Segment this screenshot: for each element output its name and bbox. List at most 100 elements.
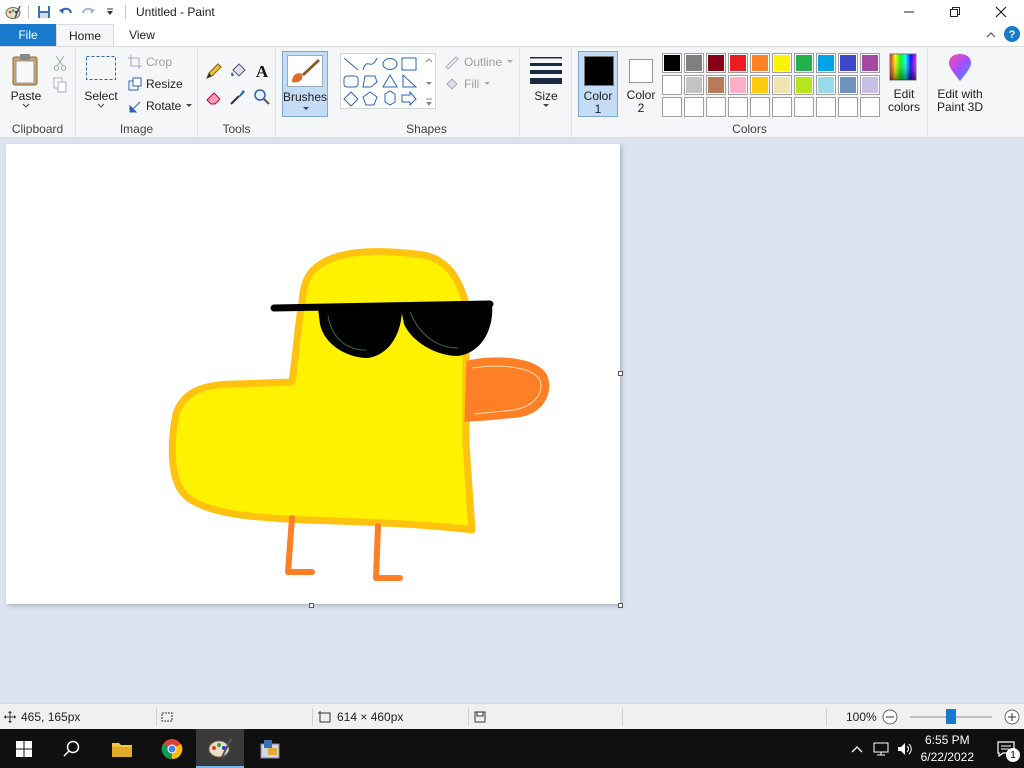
eraser-icon[interactable] <box>204 87 224 107</box>
zoom-slider[interactable] <box>906 704 996 730</box>
color1-number: 1 <box>594 102 602 116</box>
brush-preview <box>287 55 323 87</box>
help-icon[interactable]: ? <box>1004 26 1020 45</box>
outline-button[interactable]: Outline <box>444 55 514 69</box>
palette-color-swatch[interactable] <box>750 53 770 73</box>
color-picker-icon[interactable] <box>228 87 248 107</box>
dropdown-icon[interactable] <box>99 1 121 23</box>
color1-button[interactable]: Color 1 <box>578 51 618 117</box>
volume-icon[interactable] <box>897 742 913 756</box>
ribbon-options: ? <box>986 26 1020 45</box>
canvas-resize-handle-bottom[interactable] <box>309 603 314 608</box>
network-settings-icon <box>260 739 280 758</box>
ribbon: Paste Clipboard Select Crop Resize Rotat… <box>0 46 1024 138</box>
palette-color-swatch[interactable] <box>662 97 682 117</box>
palette-color-swatch[interactable] <box>838 97 858 117</box>
status-bar: 465, 165px 614 × 460px 100% <box>0 703 1024 729</box>
chrome-button[interactable] <box>148 729 196 768</box>
palette-color-swatch[interactable] <box>772 53 792 73</box>
redo-icon[interactable] <box>77 1 99 23</box>
palette-color-swatch[interactable] <box>772 75 792 95</box>
tab-file[interactable]: File <box>0 24 56 46</box>
gallery-scroll-icon[interactable] <box>424 56 434 108</box>
restore-icon[interactable] <box>932 0 978 24</box>
fill-button[interactable]: Fill <box>444 77 491 91</box>
ribbon-tabs: File Home View ? <box>0 24 1024 46</box>
fill-icon <box>446 78 458 90</box>
canvas-workspace[interactable] <box>0 138 1024 703</box>
palette-color-swatch[interactable] <box>750 75 770 95</box>
resize-button[interactable]: Resize <box>128 77 183 91</box>
minimize-icon[interactable] <box>886 0 932 24</box>
palette-color-swatch[interactable] <box>794 97 814 117</box>
action-center-button[interactable]: 1 <box>988 729 1024 768</box>
tab-view[interactable]: View <box>114 24 170 46</box>
close-icon[interactable] <box>978 0 1024 24</box>
pencil-icon[interactable] <box>204 61 224 81</box>
chevron-down-icon <box>303 107 309 110</box>
crop-button[interactable]: Crop <box>128 55 172 69</box>
save-icon[interactable] <box>33 1 55 23</box>
palette-color-swatch[interactable] <box>684 97 704 117</box>
zoom-in-button[interactable] <box>1004 704 1020 730</box>
palette-color-swatch[interactable] <box>728 97 748 117</box>
text-tool-icon[interactable]: A <box>252 61 272 81</box>
copy-icon[interactable] <box>50 75 70 95</box>
edit-colors-button[interactable]: Edit colors <box>884 53 924 114</box>
palette-color-swatch[interactable] <box>684 75 704 95</box>
file-explorer-button[interactable] <box>98 729 146 768</box>
rotate-button[interactable]: Rotate <box>128 99 193 113</box>
palette-color-swatch[interactable] <box>706 75 726 95</box>
paste-button[interactable]: Paste <box>6 53 46 109</box>
magnifier-icon[interactable] <box>252 87 272 107</box>
chevron-up-icon[interactable] <box>851 745 863 753</box>
palette-color-swatch[interactable] <box>684 53 704 73</box>
outline-icon <box>445 56 459 69</box>
palette-color-swatch[interactable] <box>860 53 880 73</box>
size-button[interactable]: Size <box>528 55 564 109</box>
collapse-ribbon-icon[interactable] <box>986 29 996 43</box>
palette-color-swatch[interactable] <box>838 53 858 73</box>
palette-color-swatch[interactable] <box>706 53 726 73</box>
palette-color-swatch[interactable] <box>860 97 880 117</box>
palette-color-swatch[interactable] <box>838 75 858 95</box>
palette-color-swatch[interactable] <box>772 97 792 117</box>
palette-color-swatch[interactable] <box>794 75 814 95</box>
palette-color-swatch[interactable] <box>662 53 682 73</box>
cut-icon[interactable] <box>50 53 70 73</box>
palette-color-swatch[interactable] <box>728 53 748 73</box>
color2-button[interactable]: Color 2 <box>622 51 660 117</box>
search-button[interactable] <box>48 729 96 768</box>
select-button[interactable]: Select <box>82 55 120 109</box>
start-button[interactable] <box>0 729 48 768</box>
shapes-gallery-icons[interactable] <box>341 54 425 108</box>
app-taskbar-button[interactable] <box>246 729 294 768</box>
zoom-slider-thumb[interactable] <box>946 709 956 724</box>
palette-color-swatch[interactable] <box>860 75 880 95</box>
palette-color-swatch[interactable] <box>706 97 726 117</box>
palette-color-swatch[interactable] <box>728 75 748 95</box>
canvas-resize-handle-corner[interactable] <box>618 603 623 608</box>
palette-color-swatch[interactable] <box>794 53 814 73</box>
fill-bucket-icon[interactable] <box>228 61 248 81</box>
palette-color-swatch[interactable] <box>816 53 836 73</box>
brushes-button[interactable]: Brushes <box>282 51 328 117</box>
network-icon[interactable] <box>873 742 889 756</box>
drawing-canvas[interactable] <box>6 144 620 604</box>
zoom-out-button[interactable] <box>882 704 898 730</box>
tools-group: A Tools <box>198 47 276 138</box>
paint-palette-icon[interactable] <box>2 1 24 23</box>
paint-taskbar-button[interactable] <box>196 729 244 768</box>
undo-icon[interactable] <box>55 1 77 23</box>
palette-color-swatch[interactable] <box>662 75 682 95</box>
zoom-in-icon <box>1004 709 1020 725</box>
tab-home[interactable]: Home <box>56 24 114 46</box>
palette-color-swatch[interactable] <box>816 75 836 95</box>
edit-with-paint3d-button[interactable]: Edit with Paint 3D <box>932 53 988 114</box>
canvas-resize-handle-right[interactable] <box>618 371 623 376</box>
tools-group-label: Tools <box>222 122 251 136</box>
size-group: Size <box>520 47 572 138</box>
palette-color-swatch[interactable] <box>816 97 836 117</box>
palette-color-swatch[interactable] <box>750 97 770 117</box>
clock[interactable]: 6:55 PM 6/22/2022 <box>921 732 974 766</box>
